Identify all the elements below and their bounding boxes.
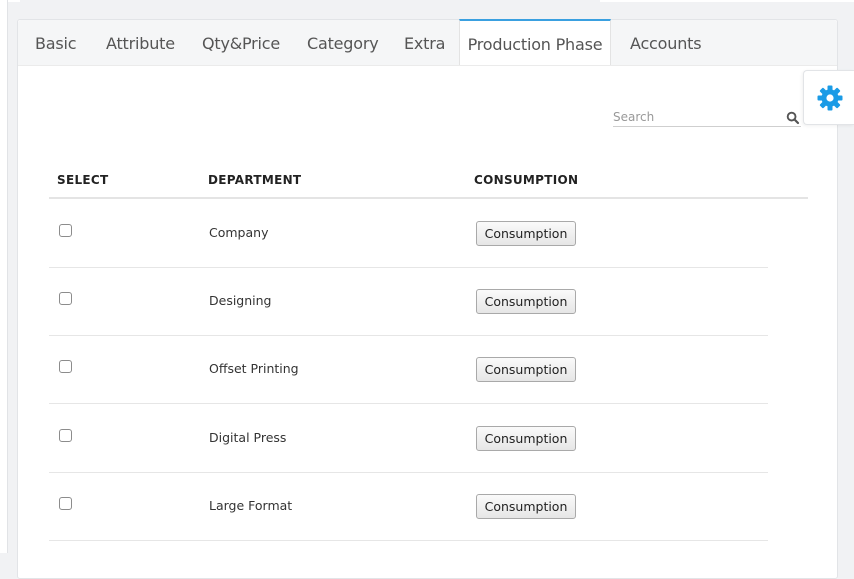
consumption-button[interactable]: Consumption <box>476 289 576 314</box>
gear-icon <box>817 85 843 111</box>
department-name: Large Format <box>209 498 293 513</box>
search-input[interactable] <box>613 108 783 126</box>
tab-accounts[interactable]: Accounts <box>630 20 702 65</box>
table-row: Offset Printing Consumption <box>49 335 768 404</box>
consumption-button[interactable]: Consumption <box>476 426 576 451</box>
column-header-department: DEPARTMENT <box>208 173 302 187</box>
table-row: Digital Press Consumption <box>49 404 768 473</box>
consumption-button[interactable]: Consumption <box>476 494 576 519</box>
tab-basic[interactable]: Basic <box>35 20 77 65</box>
table-row: Designing Consumption <box>49 267 768 336</box>
product-form-card: Basic Attribute Qty&Price Category Extra… <box>17 19 838 579</box>
department-name: Designing <box>209 293 272 308</box>
consumption-button[interactable]: Consumption <box>476 357 576 382</box>
tab-attribute[interactable]: Attribute <box>106 20 175 65</box>
row-select-checkbox[interactable] <box>59 224 72 237</box>
table-row: Large Format Consumption <box>49 472 768 541</box>
tab-qty-price[interactable]: Qty&Price <box>202 20 280 65</box>
column-header-select: SELECT <box>57 173 109 187</box>
department-name: Digital Press <box>209 430 287 445</box>
department-name: Company <box>209 225 269 240</box>
column-header-consumption: CONSUMPTION <box>474 173 579 187</box>
top-edge <box>0 0 854 4</box>
row-select-checkbox[interactable] <box>59 360 72 373</box>
search-box <box>613 106 801 127</box>
table-row: Company Consumption <box>49 199 768 268</box>
settings-toggle[interactable] <box>803 70 854 125</box>
department-name: Offset Printing <box>209 361 299 376</box>
tab-extra[interactable]: Extra <box>404 20 445 65</box>
consumption-button[interactable]: Consumption <box>476 221 576 246</box>
search-icon[interactable] <box>786 111 800 125</box>
tab-production-phase[interactable]: Production Phase <box>459 19 611 65</box>
row-select-checkbox[interactable] <box>59 497 72 510</box>
tab-category[interactable]: Category <box>307 20 379 65</box>
left-panel-edge <box>0 0 8 553</box>
row-select-checkbox[interactable] <box>59 292 72 305</box>
row-select-checkbox[interactable] <box>59 429 72 442</box>
tab-bar: Basic Attribute Qty&Price Category Extra… <box>18 19 837 66</box>
